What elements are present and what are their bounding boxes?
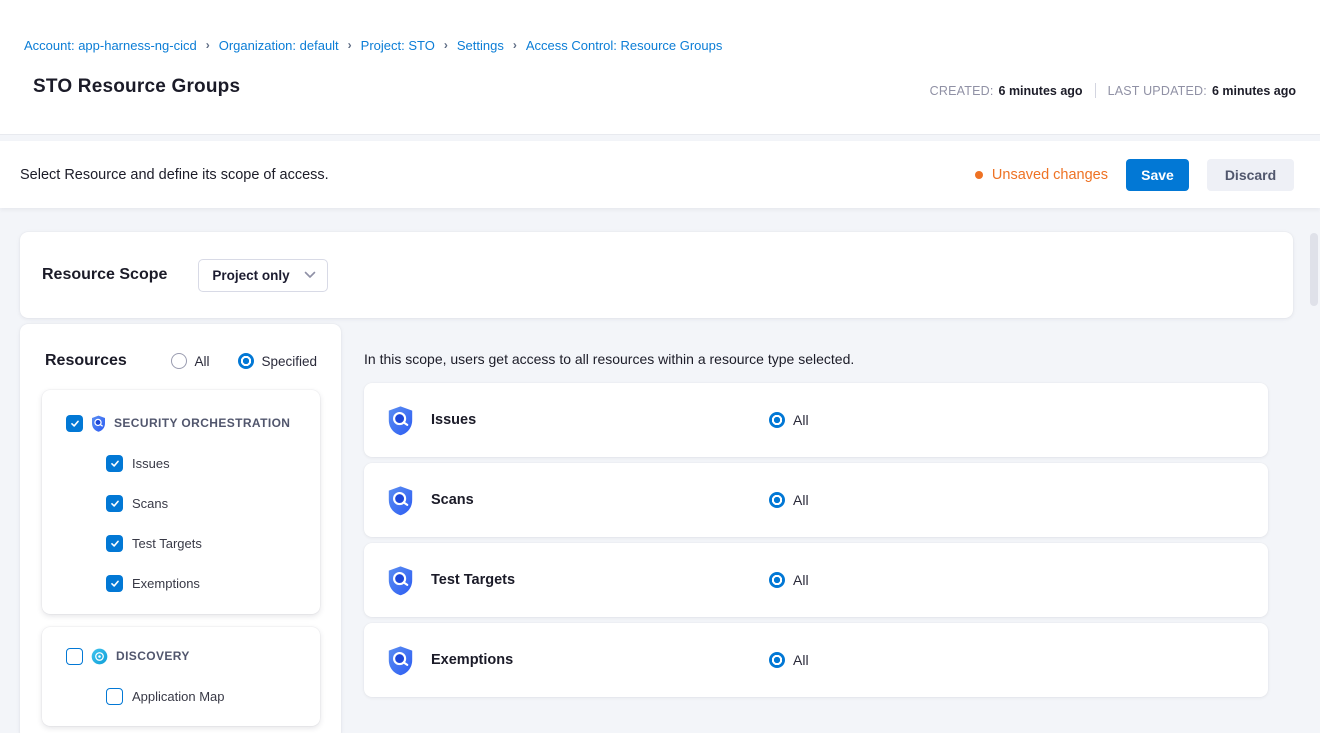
discovery-icon xyxy=(91,648,108,665)
page-title: STO Resource Groups xyxy=(33,76,240,98)
checkbox-application-map[interactable] xyxy=(106,688,123,705)
sto-shield-icon xyxy=(91,415,106,432)
radio-access-all[interactable] xyxy=(769,412,785,428)
access-control: All xyxy=(769,492,809,508)
resource-row-label: Issues xyxy=(431,412,476,428)
access-control: All xyxy=(769,652,809,668)
resource-row-label: Test Targets xyxy=(431,572,515,588)
group-name-label[interactable]: DISCOVERY xyxy=(116,649,190,663)
checkbox-scans[interactable] xyxy=(106,495,123,512)
unsaved-changes-label: Unsaved changes xyxy=(992,167,1108,183)
tree-item-label[interactable]: Issues xyxy=(132,456,170,471)
access-all-label[interactable]: All xyxy=(793,492,809,508)
breadcrumb-separator-icon: › xyxy=(444,38,448,52)
radio-access-all[interactable] xyxy=(769,572,785,588)
breadcrumb-link-settings[interactable]: Settings xyxy=(457,38,504,53)
access-all-label[interactable]: All xyxy=(793,412,809,428)
radio-specified[interactable] xyxy=(238,353,254,369)
breadcrumb-link-organization[interactable]: Organization: default xyxy=(219,38,339,53)
access-control: All xyxy=(769,572,809,588)
tree-item-label[interactable]: Application Map xyxy=(132,689,225,704)
access-all-label[interactable]: All xyxy=(793,572,809,588)
toolbar-description: Select Resource and define its scope of … xyxy=(20,167,329,183)
sto-shield-icon xyxy=(387,645,414,676)
radio-all-label[interactable]: All xyxy=(194,354,209,369)
resource-scope-select[interactable]: Project only xyxy=(198,259,328,292)
breadcrumb-separator-icon: › xyxy=(348,38,352,52)
breadcrumb-separator-icon: › xyxy=(206,38,210,52)
resource-row-label: Scans xyxy=(431,492,474,508)
toolbar-actions: Unsaved changes Save Discard xyxy=(975,141,1294,208)
scope-description: In this scope, users get access to all r… xyxy=(364,351,854,367)
resource-row-exemptions: Exemptions All xyxy=(364,623,1268,697)
resource-row-test-targets: Test Targets All xyxy=(364,543,1268,617)
radio-specified-label[interactable]: Specified xyxy=(261,354,317,369)
resources-panel-header: Resources All Specified xyxy=(45,352,317,370)
radio-all[interactable] xyxy=(171,353,187,369)
resources-mode-group: All Specified xyxy=(171,353,317,369)
sto-shield-icon xyxy=(387,485,414,516)
sto-shield-icon xyxy=(387,565,414,596)
tree-item-test-targets: Test Targets xyxy=(106,526,202,560)
resource-scope-selected-value: Project only xyxy=(212,268,289,283)
breadcrumb-separator-icon: › xyxy=(513,38,517,52)
checkbox-security-orchestration[interactable] xyxy=(66,415,83,432)
discard-button[interactable]: Discard xyxy=(1207,159,1294,191)
breadcrumb-link-project[interactable]: Project: STO xyxy=(361,38,435,53)
access-all-label[interactable]: All xyxy=(793,652,809,668)
meta-divider xyxy=(1095,83,1096,98)
scrollbar-thumb[interactable] xyxy=(1310,233,1318,306)
group-header-row: DISCOVERY xyxy=(66,639,190,673)
resource-group-card-discovery: DISCOVERY Application Map xyxy=(42,627,320,726)
radio-access-all[interactable] xyxy=(769,492,785,508)
save-button[interactable]: Save xyxy=(1126,159,1189,191)
checkbox-exemptions[interactable] xyxy=(106,575,123,592)
tree-item-label[interactable]: Exemptions xyxy=(132,576,200,591)
header-meta: CREATED: 6 minutes ago LAST UPDATED: 6 m… xyxy=(930,83,1296,98)
last-updated-value: 6 minutes ago xyxy=(1212,84,1296,98)
chevron-down-icon xyxy=(304,271,316,279)
checkbox-test-targets[interactable] xyxy=(106,535,123,552)
resources-title: Resources xyxy=(45,352,127,370)
last-updated-label: LAST UPDATED: xyxy=(1108,84,1207,98)
group-header-row: SECURITY ORCHESTRATION xyxy=(66,406,290,440)
tree-item-issues: Issues xyxy=(106,446,170,480)
checkbox-issues[interactable] xyxy=(106,455,123,472)
breadcrumb-link-account[interactable]: Account: app-harness-ng-cicd xyxy=(24,38,197,53)
tree-item-application-map: Application Map xyxy=(106,679,225,713)
resources-panel: Resources All Specified xyxy=(20,324,341,733)
resource-scope-card: Resource Scope Project only xyxy=(20,232,1293,318)
tree-item-exemptions: Exemptions xyxy=(106,566,200,600)
resource-row-scans: Scans All xyxy=(364,463,1268,537)
tree-item-label[interactable]: Test Targets xyxy=(132,536,202,551)
group-name-label[interactable]: SECURITY ORCHESTRATION xyxy=(114,416,290,430)
screen: Account: app-harness-ng-cicd › Organizat… xyxy=(0,0,1320,733)
unsaved-dot-icon xyxy=(975,171,983,179)
resource-row-label: Exemptions xyxy=(431,652,513,668)
page-header: Account: app-harness-ng-cicd › Organizat… xyxy=(0,0,1320,134)
tree-item-label[interactable]: Scans xyxy=(132,496,168,511)
access-control: All xyxy=(769,412,809,428)
resource-row-issues: Issues All xyxy=(364,383,1268,457)
tree-item-scans: Scans xyxy=(106,486,168,520)
resource-group-card-security-orchestration: SECURITY ORCHESTRATION Issues Scans Test… xyxy=(42,390,320,614)
radio-access-all[interactable] xyxy=(769,652,785,668)
breadcrumb: Account: app-harness-ng-cicd › Organizat… xyxy=(24,38,722,53)
created-value: 6 minutes ago xyxy=(999,84,1083,98)
breadcrumb-link-resource-groups[interactable]: Access Control: Resource Groups xyxy=(526,38,723,53)
action-toolbar: Select Resource and define its scope of … xyxy=(0,141,1320,208)
sto-shield-icon xyxy=(387,405,414,436)
checkbox-discovery[interactable] xyxy=(66,648,83,665)
resource-scope-label: Resource Scope xyxy=(42,266,167,284)
created-label: CREATED: xyxy=(930,84,994,98)
